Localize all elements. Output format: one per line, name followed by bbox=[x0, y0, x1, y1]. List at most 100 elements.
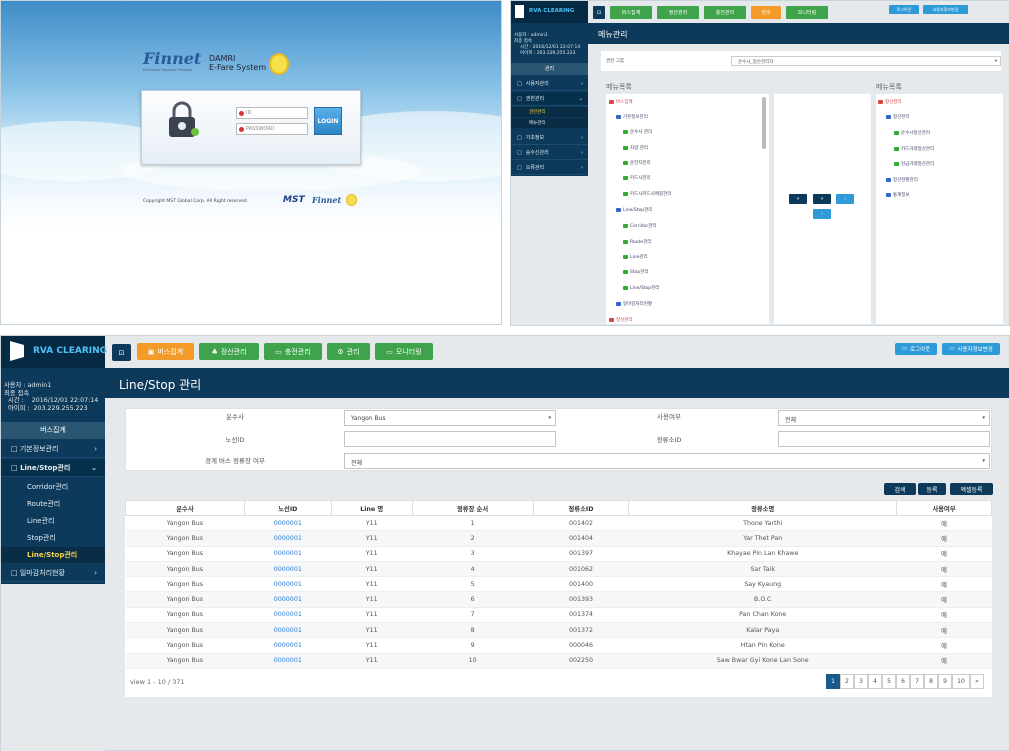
sidebar-sub-route[interactable]: Route관리 bbox=[1, 496, 105, 512]
col-stop-id[interactable]: 정류소ID bbox=[532, 500, 630, 516]
table-row[interactable]: Yangon Bus 0000001 Y11 5 001400 Say Kyaung 예 bbox=[125, 576, 992, 593]
sidebar-sub-line-stop[interactable]: Line/Stop관리 bbox=[1, 547, 105, 563]
move-all-left-button[interactable]: « bbox=[813, 194, 831, 204]
operator-select[interactable]: Yangon Bus ▾ bbox=[344, 410, 556, 426]
tree-item[interactable]: 카드거래정산관리 bbox=[894, 146, 934, 152]
col-operator[interactable]: 운수사 bbox=[125, 500, 245, 516]
table-row[interactable]: Yangon Bus 0000001 Y11 9 000046 Htan Pin Kone… bbox=[125, 637, 992, 654]
home-button[interactable]: ⊡ bbox=[112, 344, 131, 361]
id-input[interactable]: ID bbox=[236, 107, 308, 119]
table-row[interactable]: Yangon Bus 0000001 Y11 4 001062 Sar Taik 예 bbox=[125, 561, 992, 578]
page-6[interactable]: 6 bbox=[896, 674, 910, 689]
left-list-scrollbar[interactable] bbox=[762, 97, 766, 149]
tree-item[interactable]: 운수사정산관리 bbox=[894, 130, 930, 136]
register-button[interactable]: 등록 bbox=[918, 483, 946, 495]
nav-admin[interactable]: ⚙ 관리 bbox=[327, 343, 370, 360]
page-10[interactable]: 10 bbox=[952, 674, 970, 689]
page-8[interactable]: 8 bbox=[924, 674, 938, 689]
nav-charge[interactable]: ▭ 충전관리 bbox=[264, 343, 322, 360]
tree-item[interactable]: Line/Stop관리 bbox=[616, 207, 652, 213]
sidebar-sub-corridor[interactable]: Corridor관리 bbox=[1, 479, 105, 495]
nav-bus[interactable]: 버스집계 bbox=[610, 6, 652, 19]
use-select[interactable]: 전체 ▾ bbox=[778, 410, 990, 426]
table-row[interactable]: Yangon Bus 0000001 Y11 7 001374 Pan Chan Kone… bbox=[125, 607, 992, 624]
table-row[interactable]: Yangon Bus 0000001 Y11 8 001372 Kalar Paya 예 bbox=[125, 622, 992, 639]
tree-item[interactable]: 현금거래정산관리 bbox=[894, 161, 934, 167]
tree-item[interactable]: 정산관리 bbox=[886, 114, 910, 120]
sidebar-sub-line[interactable]: Line관리 bbox=[1, 513, 105, 529]
tree-item[interactable]: 버스집계 bbox=[609, 99, 633, 105]
nav-monitoring[interactable]: 모니터링 bbox=[786, 6, 828, 19]
stop-id-input[interactable] bbox=[778, 431, 990, 447]
move-right-button[interactable]: › bbox=[836, 194, 854, 204]
page-next[interactable]: » bbox=[970, 674, 984, 689]
nav-monitoring[interactable]: ▭ 모니터링 bbox=[375, 343, 433, 360]
boundary-select[interactable]: 전체 ▾ bbox=[344, 453, 990, 469]
tree-item[interactable]: 운전자관리 bbox=[623, 160, 651, 166]
logout-button[interactable]: 로그아웃 bbox=[889, 5, 919, 14]
tree-item[interactable]: 정산현황관리 bbox=[886, 177, 918, 183]
route-id-input[interactable] bbox=[344, 431, 556, 447]
page-3[interactable]: 3 bbox=[854, 674, 868, 689]
sidebar-item-daily-close[interactable]: □ 일마감처리현황 › bbox=[1, 565, 105, 582]
col-use[interactable]: 사용여부 bbox=[896, 500, 992, 516]
sidebar-item-transfer[interactable]: □ 승수신관리 › bbox=[511, 146, 588, 160]
lock-icon bbox=[169, 101, 199, 137]
nav-bus[interactable]: ▣ 버스집계 bbox=[137, 343, 194, 360]
nav-settlement[interactable]: ♣ 정산관리 bbox=[199, 343, 259, 360]
table-row[interactable]: Yangon Bus 0000001 Y11 1 001402 Thone Yarthi 예 bbox=[125, 515, 992, 532]
user-info-button[interactable]: 사용자정보변경 bbox=[923, 5, 968, 14]
tree-item[interactable]: 정산관리 bbox=[878, 99, 902, 105]
tree-item[interactable]: Route관리 bbox=[623, 239, 651, 245]
sidebar-sub-menu[interactable]: 메뉴관리 bbox=[511, 118, 588, 128]
tree-item[interactable]: 운수사 관리 bbox=[623, 129, 652, 135]
tree-item[interactable]: Corridor관리 bbox=[623, 223, 657, 229]
right-menu-list[interactable] bbox=[876, 94, 1003, 324]
sidebar-item-basic-info[interactable]: □ 기본정보관리 › bbox=[1, 441, 105, 458]
sidebar-sub-permission[interactable]: 권한관리 bbox=[511, 107, 588, 117]
table-row[interactable]: Yangon Bus 0000001 Y11 3 001397 Khayae Pin La… bbox=[125, 546, 992, 562]
nav-settlement[interactable]: 정산관리 bbox=[657, 6, 699, 19]
sidebar-item-permission[interactable]: □ 권한관리 ⌄ bbox=[511, 92, 588, 106]
col-stop-order[interactable]: 정류장 순서 bbox=[411, 500, 534, 516]
page-2[interactable]: 2 bbox=[840, 674, 854, 689]
excel-register-button[interactable]: 엑셀등록 bbox=[950, 483, 993, 495]
logout-button[interactable]: ▭ 로그아웃 bbox=[895, 343, 937, 355]
nav-charge[interactable]: 충전관리 bbox=[704, 6, 746, 19]
tree-item[interactable]: 카드사카드사매칭관리 bbox=[623, 191, 671, 197]
sidebar-item-user-mgmt[interactable]: □ 사용자관리 › bbox=[511, 77, 588, 91]
login-button[interactable]: LOGIN bbox=[314, 107, 342, 135]
table-row[interactable]: Yangon Bus 0000001 Y11 10 002250 Saw Bwar Gyi… bbox=[125, 653, 992, 669]
search-button[interactable]: 검색 bbox=[884, 483, 916, 495]
tree-item[interactable]: 통계정보 bbox=[886, 192, 910, 198]
page-4[interactable]: 4 bbox=[868, 674, 882, 689]
tree-item[interactable]: 카드사관리 bbox=[623, 175, 651, 181]
table-row[interactable]: Yangon Bus 0000001 Y11 2 001404 Yar Thet Pan 예 bbox=[125, 530, 992, 547]
nav-admin[interactable]: 관리 bbox=[751, 6, 781, 19]
tree-item[interactable]: 기본정보관리 bbox=[616, 114, 648, 120]
sidebar-item-error[interactable]: □ 오류관리 › bbox=[511, 161, 588, 175]
col-stop-name[interactable]: 정류소명 bbox=[628, 500, 898, 516]
home-button[interactable]: ⊡ bbox=[593, 6, 605, 19]
tree-item[interactable]: Stop관리 bbox=[623, 269, 649, 275]
sidebar-sub-stop[interactable]: Stop관리 bbox=[1, 530, 105, 546]
sidebar-item-line-stop[interactable]: □ Line/Stop관리 ⌄ bbox=[1, 460, 105, 477]
page-9[interactable]: 9 bbox=[938, 674, 952, 689]
table-row[interactable]: Yangon Bus 0000001 Y11 6 001393 B.O.C 예 bbox=[125, 591, 992, 608]
group-select[interactable]: 운수사_정산관리자 ▾ bbox=[731, 56, 1001, 66]
tree-item[interactable]: 차량 관리 bbox=[623, 145, 648, 151]
col-line-name[interactable]: Line 명 bbox=[330, 500, 413, 516]
page-7[interactable]: 7 bbox=[910, 674, 924, 689]
tree-item[interactable]: Line/Stop관리 bbox=[623, 285, 659, 291]
tree-item[interactable]: 일마감처리현황 bbox=[616, 301, 652, 307]
tree-item[interactable]: 정산관리 bbox=[609, 317, 633, 323]
move-all-right-button[interactable]: » bbox=[789, 194, 807, 204]
col-route-id[interactable]: 노선ID bbox=[243, 500, 332, 516]
tree-item[interactable]: Line관리 bbox=[623, 254, 648, 260]
password-input[interactable]: PASSWORD bbox=[236, 123, 308, 135]
page-1[interactable]: 1 bbox=[826, 674, 840, 689]
sidebar-item-basic[interactable]: □ 기초정보 › bbox=[511, 131, 588, 145]
move-left-button[interactable]: ‹ bbox=[813, 209, 831, 219]
page-5[interactable]: 5 bbox=[882, 674, 896, 689]
user-info-button[interactable]: ▭ 사용자정보변경 bbox=[942, 343, 1000, 355]
